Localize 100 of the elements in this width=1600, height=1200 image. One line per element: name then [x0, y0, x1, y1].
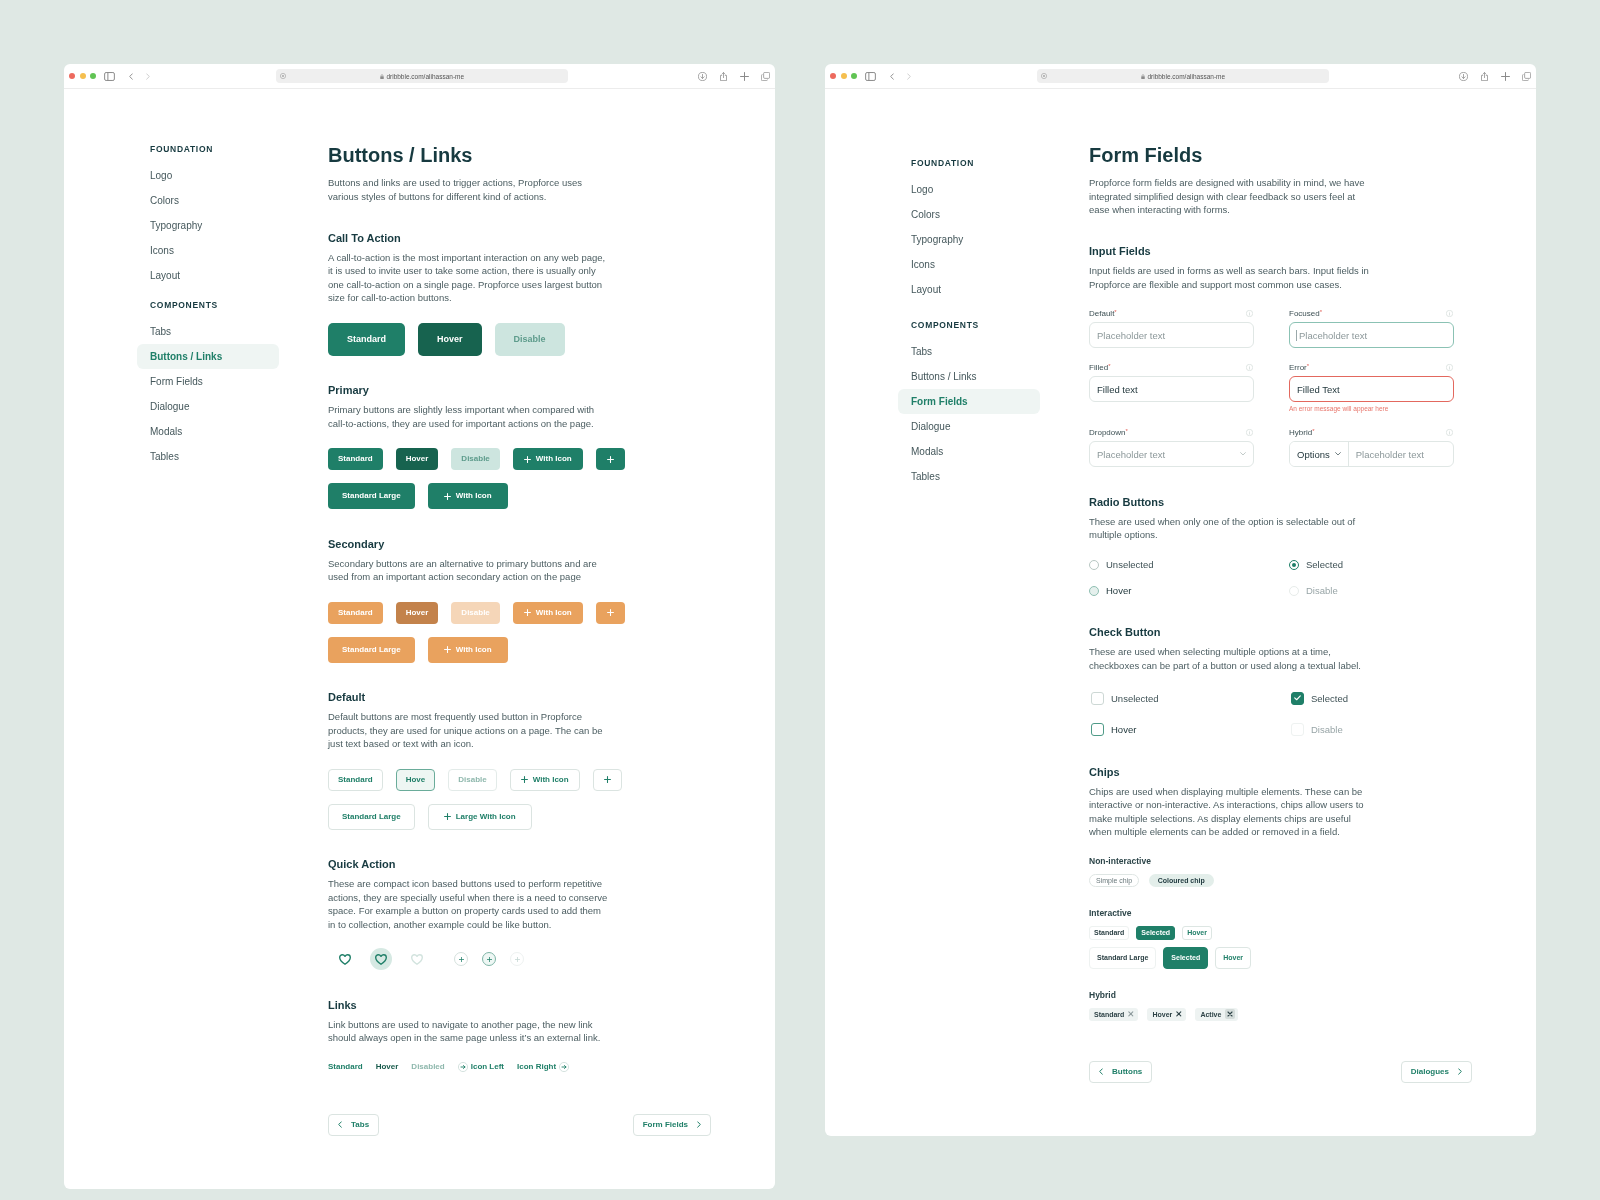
section-heading: Secondary	[328, 536, 386, 552]
next-page-button[interactable]: Form Fields	[632, 1113, 711, 1136]
chevron-right-icon[interactable]	[146, 72, 150, 80]
chevron-right-icon	[697, 1121, 701, 1128]
share-icon[interactable]	[719, 71, 728, 81]
sidebar-item[interactable]: Tabs	[898, 339, 1040, 364]
dropdown-field[interactable]: Placeholder text	[1089, 441, 1254, 467]
plus-icon	[520, 776, 528, 783]
dot-circle-icon	[280, 73, 286, 79]
sidebar-item[interactable]: Tables	[898, 464, 1040, 489]
close-icon[interactable]	[1225, 1009, 1236, 1019]
plus-icon	[606, 609, 614, 616]
primary-button[interactable]: Standard	[328, 322, 405, 356]
minimize-window-button[interactable]	[79, 73, 86, 79]
sidebar-item[interactable]: Colors	[137, 188, 279, 213]
radio-button[interactable]	[1289, 559, 1299, 570]
options-dropdown[interactable]: Options	[1290, 442, 1349, 466]
sidebar-item[interactable]: Modals	[137, 419, 279, 444]
default-button[interactable]: Hove	[395, 768, 436, 791]
favorite-button[interactable]	[370, 948, 392, 970]
primary-button[interactable]: Hover	[418, 322, 482, 356]
sidebar-item[interactable]: Colors	[898, 202, 1040, 227]
sidebar-item[interactable]: Buttons / Links	[137, 344, 279, 369]
add-button[interactable]	[595, 601, 625, 624]
input-field[interactable]: Filled Text	[1289, 376, 1454, 402]
sidebar-item[interactable]: Layout	[898, 277, 1040, 302]
heart-icon	[339, 953, 351, 965]
plus-icon[interactable]	[740, 71, 749, 81]
download-icon[interactable]	[698, 71, 707, 81]
page-description: Buttons and links are used to trigger actions, Propforce uses various styles of buttons for different kind of actions.	[328, 176, 583, 203]
chip-group-label: Interactive	[1089, 906, 1133, 919]
sidebar-item[interactable]: Buttons / Links	[898, 364, 1040, 389]
link[interactable]: Standard	[328, 1059, 363, 1074]
sidebar-item[interactable]: Icons	[898, 252, 1040, 277]
sidebar-item[interactable]: Tabs	[137, 319, 279, 344]
sidebar-item[interactable]: Form Fields	[137, 369, 279, 394]
field-label: Focused$^{*}$	[1289, 308, 1323, 318]
minimize-window-button[interactable]	[840, 73, 847, 79]
link[interactable]: Icon Left	[457, 1059, 505, 1074]
zoom-window-button[interactable]	[90, 73, 96, 79]
sidebar-item[interactable]: Typography	[898, 227, 1040, 252]
previous-page-button[interactable]: Buttons	[1089, 1060, 1153, 1083]
checkbox[interactable]	[1091, 722, 1104, 736]
download-icon[interactable]	[1459, 71, 1468, 81]
section-description: Primary buttons are slightly less important when compared with call-to-actions, they are used for important actions on the page.	[328, 403, 596, 430]
heart-icon	[375, 953, 387, 965]
primary-button[interactable]: Hover	[395, 448, 439, 470]
sidebar-item[interactable]: Layout	[137, 263, 279, 288]
sidebar-item[interactable]: Typography	[137, 213, 279, 238]
sidebar-icon[interactable]	[865, 71, 876, 81]
sidebar-icon[interactable]	[104, 71, 115, 81]
sidebar-item[interactable]: Modals	[898, 439, 1040, 464]
radio-button[interactable]	[1089, 559, 1099, 570]
sidebar-item[interactable]: Dialogue	[137, 394, 279, 419]
checkbox-label: Unselected	[1111, 692, 1159, 704]
zoom-window-button[interactable]	[851, 73, 857, 79]
link[interactable]: Icon Right	[517, 1059, 570, 1074]
chevron-right-icon[interactable]	[907, 72, 911, 80]
tabs-icon[interactable]	[761, 71, 770, 81]
hybrid-input-field[interactable]: Options Placeholder text	[1289, 441, 1454, 467]
previous-page-button[interactable]: Tabs	[328, 1113, 380, 1136]
chevron-left-icon	[1099, 1068, 1103, 1075]
page-title: Buttons / Links	[328, 143, 474, 168]
sidebar-item[interactable]: Tables	[137, 444, 279, 469]
input-field[interactable]: Filled text	[1089, 376, 1254, 402]
chevron-left-icon[interactable]	[890, 72, 894, 80]
field-label: Error$^{*}$	[1289, 362, 1310, 372]
chevron-left-icon[interactable]	[129, 72, 133, 80]
close-window-button[interactable]	[69, 73, 75, 79]
plus-icon[interactable]	[1501, 71, 1510, 81]
default-button[interactable]: Large With Icon	[427, 803, 532, 830]
sidebar-item[interactable]: Logo	[137, 163, 279, 188]
default-button[interactable]: With Icon	[509, 768, 580, 791]
sidebar-item[interactable]: Icons	[137, 238, 279, 263]
close-window-button[interactable]	[830, 73, 836, 79]
primary-button[interactable]: Standard	[328, 448, 383, 470]
input-field[interactable]: Placeholder text	[1348, 442, 1453, 466]
default-button[interactable]: Standard Large	[328, 803, 415, 830]
primary-button[interactable]: With Icon	[512, 448, 583, 470]
tabs-icon[interactable]	[1522, 71, 1531, 81]
add-button[interactable]	[482, 952, 496, 966]
section-description: These are compact icon based buttons used to perform repetitive actions, they are specially useful when there is a need to conserve space. For example a button on property cards used to add them in to collection, another example could be like button.	[328, 877, 609, 931]
share-icon[interactable]	[1480, 71, 1489, 81]
sidebar-item[interactable]: Form Fields	[898, 389, 1040, 414]
section-description: Chips are used when displaying multiple elements. These can be interactive or non-interactive. As interactions, chips allow users to make multiple selections. As display elements chips are useful when multiple elements can be added or removed in a field.	[1089, 784, 1365, 839]
input-field[interactable]: Placeholder text	[1289, 322, 1454, 348]
checkbox[interactable]	[1291, 691, 1304, 705]
primary-button[interactable]: Standard Large	[328, 483, 415, 509]
link[interactable]: Hover	[375, 1059, 399, 1074]
sidebar-item[interactable]: Logo	[898, 177, 1040, 202]
section-heading: Chips	[1089, 764, 1121, 780]
default-button[interactable]: Standard	[328, 768, 383, 791]
radio-label: Unselected	[1106, 559, 1154, 570]
next-page-button[interactable]: Dialogues	[1400, 1060, 1472, 1083]
primary-button[interactable]: With Icon	[427, 483, 508, 509]
radio-button[interactable]	[1089, 585, 1099, 596]
plus-icon	[514, 956, 520, 962]
add-button[interactable]	[595, 448, 625, 470]
sidebar-item[interactable]: Dialogue	[898, 414, 1040, 439]
close-icon[interactable]	[1176, 1011, 1182, 1017]
